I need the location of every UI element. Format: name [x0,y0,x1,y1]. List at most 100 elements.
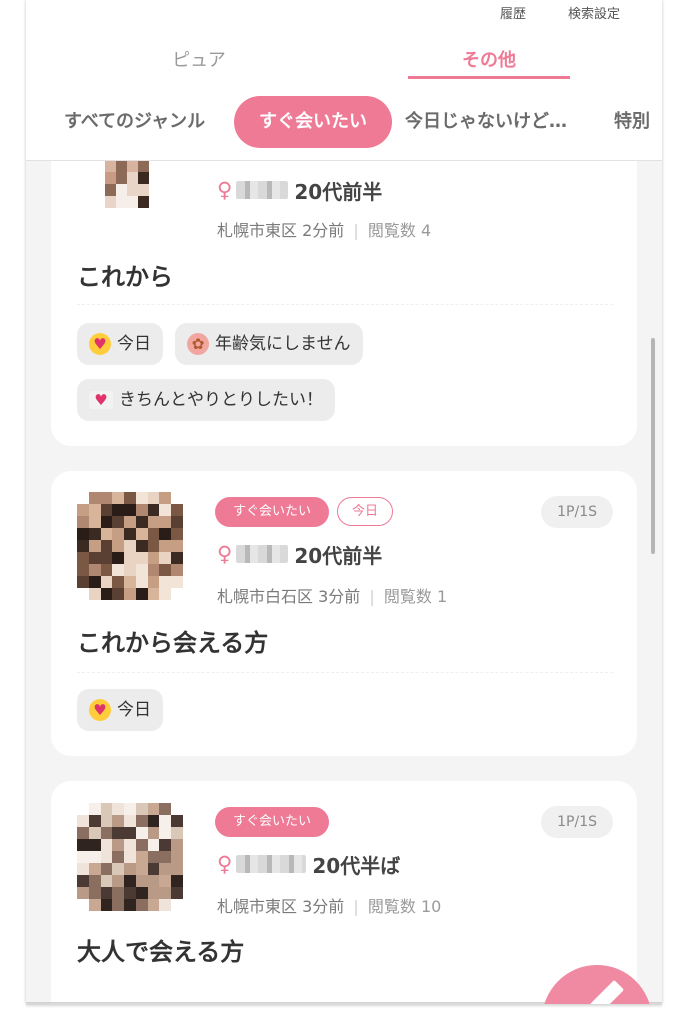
avatar-pixel [147,552,160,564]
post-card[interactable]: すぐ会いたい 1P/1S ♀ 20代半ば 札幌市東区 3分前 | 閲覧数 10 … [51,781,637,1004]
avatar-pixel [135,564,148,576]
avatar-pixel [100,588,113,600]
avatar-pixel [88,815,101,827]
avatar-pixel [77,863,89,875]
avatar-pixel [112,576,125,588]
avatar-pixel [124,492,136,504]
avatar-pixel [171,815,183,827]
tag-label: 年齢気にしません [215,334,351,354]
avatar-pixel [88,875,101,887]
avatar-pixel [100,899,113,911]
avatar-pixel [171,899,183,911]
avatar-pixel [77,540,89,552]
avatar-pixel [171,887,183,899]
avatar-pixel [112,827,125,839]
avatar-pixel [112,851,125,863]
avatar-pixel [147,528,160,540]
poster-info: ♀ 20代半ば [217,849,400,879]
avatar-pixel [88,863,101,875]
avatar-pixel [135,588,148,600]
avatar-pixel [135,887,148,899]
avatar-pixel [159,540,172,552]
avatar-pixel [147,815,160,827]
genre-all[interactable]: すべてのジャンル [64,96,205,148]
post-time: 2分前 [302,221,345,240]
tag-label: 今日 [117,700,151,720]
avatar-pixel [77,516,89,528]
active-tab-indicator [408,76,570,79]
post-card[interactable]: ♀ 20代前半 札幌市東区 2分前 | 閲覧数 4 これから ♥ 今日 ✿ 年齢… [51,120,637,446]
avatar-pixel [147,899,160,911]
avatar-pixel [77,492,89,504]
avatar-pixel [124,887,136,899]
avatar-pixel [135,827,148,839]
history-link[interactable]: 履歴 [500,3,526,22]
avatar-pixel [171,803,183,815]
avatar-pixel [124,899,136,911]
avatar-pixel [124,504,136,516]
avatar[interactable] [77,803,183,911]
avatar-pixel [147,887,160,899]
avatar-pixel [159,576,172,588]
avatar-pixel [100,552,113,564]
lion-face-icon: ✿ [187,333,209,355]
avatar-pixel [100,863,113,875]
search-settings-link[interactable]: 検索設定 [568,3,620,22]
avatar-pixel [124,528,136,540]
avatar-pixel [171,863,183,875]
avatar-pixel [127,160,138,172]
avatar-pixel [112,887,125,899]
avatar-pixel [100,851,113,863]
avatar-pixel [135,492,148,504]
avatar-pixel [112,875,125,887]
avatar[interactable] [105,160,149,208]
genre-filter-row: すべてのジャンル すぐ会いたい 今日じゃないけど… 特別 [26,96,662,148]
view-count: 閲覧数 4 [367,221,432,240]
avatar-pixel [88,588,101,600]
genre-special[interactable]: 特別 [614,96,650,148]
tab-pure[interactable]: ピュア [118,46,280,72]
meta-separator: | [369,587,375,606]
avatar-pixel [100,564,113,576]
avatar-pixel [77,887,89,899]
avatar-pixel [135,552,148,564]
avatar-pixel [138,160,149,172]
avatar-pixel [135,851,148,863]
genre-not-today[interactable]: 今日じゃないけど… [405,96,567,148]
age-range: 20代半ば [312,853,401,878]
avatar-pixel [159,899,172,911]
female-icon: ♀ [217,178,233,202]
female-icon: ♀ [217,542,233,566]
post-time: 3分前 [302,897,345,916]
view-count: 閲覧数 1 [383,587,448,606]
avatar-pixel [159,815,172,827]
avatar-pixel [100,492,113,504]
genre-want-to-meet-now[interactable]: すぐ会いたい [234,96,392,148]
avatar-pixel [159,863,172,875]
avatar-pixel [77,899,89,911]
avatar-pixel [124,827,136,839]
avatar-pixel [124,516,136,528]
avatar-pixel [127,196,138,208]
tag-label: きちんとやりとりしたい！ [119,390,323,410]
avatar[interactable] [77,492,183,600]
avatar-pixel [77,504,89,516]
avatar-pixel [100,516,113,528]
avatar-pixel [127,184,138,196]
avatar-pixel [159,803,172,815]
area: 札幌市東区 [217,221,298,240]
avatar-pixel [124,576,136,588]
area: 札幌市白石区 [217,587,314,606]
meta-separator: | [353,221,359,240]
avatar-pixel [171,540,183,552]
avatar-pixel [159,528,172,540]
avatar-pixel [77,851,89,863]
scrollbar[interactable] [651,338,655,554]
tab-other[interactable]: その他 [408,46,570,72]
avatar-pixel [112,552,125,564]
post-card[interactable]: すぐ会いたい 今日 1P/1S ♀ 20代前半 札幌市白石区 3分前 | 閲覧数… [51,471,637,756]
avatar-pixel [147,827,160,839]
avatar-pixel [88,552,101,564]
avatar-pixel [88,576,101,588]
avatar-pixel [135,528,148,540]
